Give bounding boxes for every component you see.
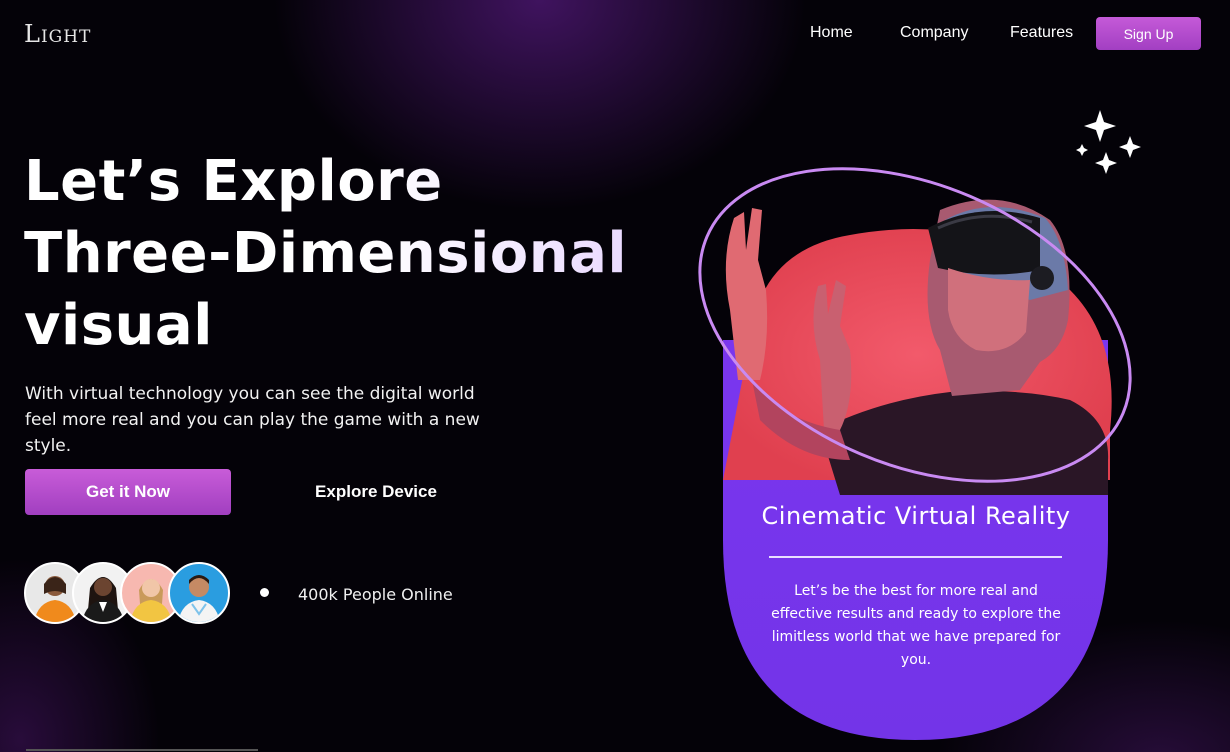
sparkle-icon xyxy=(1076,110,1141,174)
hero-subtitle: With virtual technology you can see the … xyxy=(25,384,480,456)
sign-up-button[interactable]: Sign Up xyxy=(1096,17,1201,50)
nav-features[interactable]: Features xyxy=(1010,24,1073,42)
nav-home[interactable]: Home xyxy=(810,24,853,42)
card-description: Let’s be the best for more real and effe… xyxy=(771,583,1061,668)
headline-line-1: Let’s Explore xyxy=(24,146,644,218)
online-indicator-dot xyxy=(260,588,269,597)
bottom-divider xyxy=(26,749,258,751)
get-it-now-button[interactable]: Get it Now xyxy=(25,469,231,515)
card-divider xyxy=(769,556,1062,558)
top-navigation: Home Company Features xyxy=(0,24,1230,48)
avatar xyxy=(168,562,230,624)
hero-headline: Let’s Explore Three-Dimensional visual xyxy=(24,146,644,362)
headline-line-2: Three-Dimensional xyxy=(24,218,644,290)
nav-company[interactable]: Company xyxy=(900,24,968,42)
explore-device-button[interactable]: Explore Device xyxy=(272,469,480,515)
online-avatars xyxy=(24,562,234,624)
headline-line-3: visual xyxy=(24,290,644,362)
people-online-text: 400k People Online xyxy=(298,585,453,604)
card-title: Cinematic Virtual Reality xyxy=(761,502,1071,530)
